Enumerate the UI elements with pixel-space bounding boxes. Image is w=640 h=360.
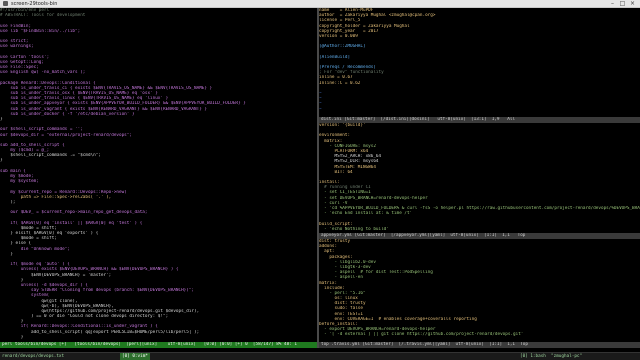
window-title: screen-29tools-bin bbox=[11, 1, 58, 7]
editor-pane-travis[interactable]: dist: trusty addons: apt: packages: - lib… bbox=[319, 239, 640, 342]
code-line: - '[ -d external ] || git clone https://… bbox=[319, 332, 524, 338]
editor-pane-left[interactable]: #!/usr/bin/env perl # ABSTRACT: Tools for… bbox=[0, 8, 317, 348]
code-line: ~ bbox=[319, 106, 322, 112]
maximize-button[interactable]: □ bbox=[618, 0, 627, 7]
close-button[interactable]: × bbox=[628, 0, 637, 7]
tmux-window-tab[interactable]: [0] 0:vim* bbox=[120, 353, 150, 360]
tmux-status-bar: renard/devops/devops.txt [0] 0:vim* [0] … bbox=[0, 352, 640, 360]
code-line: } bbox=[0, 334, 24, 340]
terminal-app-icon bbox=[3, 1, 8, 6]
status-line-travis: top .travis.yml [Git:master] [/.travis.y… bbox=[319, 342, 640, 348]
tmux-right-status: [0] 1:bash "zmughal-pc" bbox=[520, 354, 583, 359]
minimize-button[interactable]: – bbox=[608, 0, 617, 7]
editor-pane-dist-ini[interactable]: name = Alien-MuPDF author = Zakariyya Mug… bbox=[319, 8, 640, 117]
window-titlebar: screen-29tools-bin – □ × bbox=[0, 0, 640, 8]
status-line-left: perl tools/bin/devops [+] [tools/bin/dev… bbox=[0, 342, 317, 348]
editor-pane-appveyor[interactable]: version: '{build}' environment: matrix: -… bbox=[319, 123, 640, 233]
tmux-session-label: renard/devops/devops.txt bbox=[2, 354, 65, 359]
code-line: - 'echo Nothing to build' bbox=[319, 226, 389, 232]
